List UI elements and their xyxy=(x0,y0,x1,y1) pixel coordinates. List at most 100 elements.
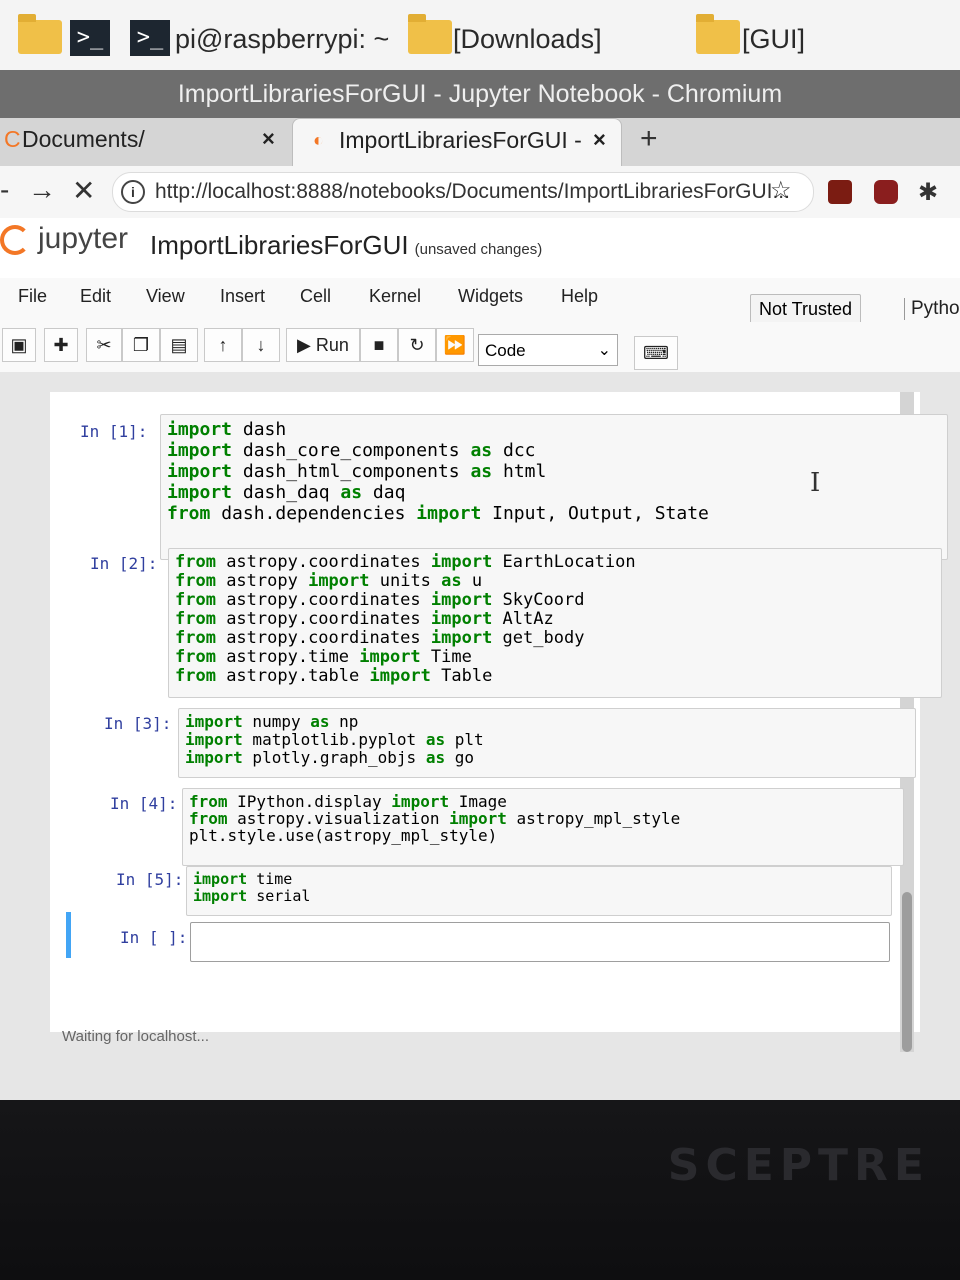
run-label: Run xyxy=(315,335,349,355)
menu-insert[interactable]: Insert xyxy=(220,286,265,307)
address-bar[interactable]: i http://localhost:8888/notebooks/Documen… xyxy=(112,172,814,212)
code-keyword: from xyxy=(175,609,216,629)
cell-type-select[interactable]: Code ⌄ xyxy=(478,334,618,366)
cell-prompt: In [4]: xyxy=(110,794,178,813)
code-line: from astropy.coordinates import SkyCoord xyxy=(175,591,935,610)
stop-icon: ■ xyxy=(373,335,385,355)
ublock-shield-icon[interactable] xyxy=(874,180,898,204)
tab-importlibraries[interactable]: ◐ ImportLibrariesForGUI - × xyxy=(292,118,622,167)
code-text: dash.dependencies xyxy=(210,503,417,524)
folder-icon xyxy=(18,14,62,54)
code-cell-input[interactable]: import time import serial xyxy=(186,866,892,916)
code-line: from astropy.coordinates import EarthLoc… xyxy=(175,553,935,572)
info-icon[interactable]: i xyxy=(121,180,145,205)
cut-button[interactable]: ✂ xyxy=(86,328,122,362)
not-trusted-button[interactable]: Not Trusted xyxy=(750,294,862,325)
code-keyword: import xyxy=(416,503,482,524)
folder-icon xyxy=(408,14,452,54)
scrollbar-thumb[interactable] xyxy=(902,892,912,1052)
jupyter-header: jupyter ImportLibrariesForGUI (unsaved ch… xyxy=(0,218,960,278)
code-keyword: from xyxy=(175,590,216,610)
menu-cell[interactable]: Cell xyxy=(300,286,331,307)
menu-widgets[interactable]: Widgets xyxy=(458,286,523,307)
code-text: astropy xyxy=(215,571,309,591)
copy-button[interactable]: ❐ xyxy=(122,328,160,362)
code-text: Table xyxy=(430,666,493,686)
code-text: units xyxy=(369,571,442,591)
restart-run-all-button[interactable]: ⏩ xyxy=(436,328,474,362)
restart-button[interactable]: ↻ xyxy=(398,328,436,362)
menu-kernel[interactable]: Kernel xyxy=(369,286,421,307)
code-text: np xyxy=(329,712,359,731)
cell-type-value: Code xyxy=(485,341,526,360)
status-text: Waiting for localhost... xyxy=(62,1028,210,1045)
code-cell-input[interactable]: import dash import dash_core_components a… xyxy=(160,414,948,560)
jupyter-logo-text: jupyter xyxy=(38,222,129,255)
close-icon[interactable]: × xyxy=(593,119,606,161)
close-icon[interactable]: × xyxy=(262,118,275,160)
paste-button[interactable]: ▤ xyxy=(160,328,198,362)
jupyter-logo[interactable]: jupyter xyxy=(0,222,128,256)
code-keyword: import xyxy=(185,730,243,749)
bookmark-star-icon[interactable]: ☆ xyxy=(770,176,792,205)
run-button[interactable]: ▶ Run xyxy=(286,328,360,362)
copy-icon: ❐ xyxy=(132,335,150,355)
code-text: dash xyxy=(232,419,287,440)
jupyter-logo-icon xyxy=(0,225,30,256)
insert-cell-button[interactable]: ✚ xyxy=(44,328,78,362)
code-text: astropy.table xyxy=(215,666,370,686)
code-keyword: import xyxy=(430,552,493,572)
paste-icon: ▤ xyxy=(170,335,188,355)
notebook-title[interactable]: ImportLibrariesForGUI (unsaved changes) xyxy=(150,230,542,261)
extension-h-icon[interactable] xyxy=(828,180,852,204)
stop-loading-button[interactable]: ✕ xyxy=(72,174,95,207)
code-text: AltAz xyxy=(492,609,554,629)
folder-icon xyxy=(696,14,740,54)
menu-edit[interactable]: Edit xyxy=(80,286,111,307)
code-keyword: import xyxy=(369,666,431,686)
code-line: import plotly.graph_objs as go xyxy=(185,749,909,767)
move-up-button[interactable]: ↑ xyxy=(204,328,242,362)
back-button[interactable]: - xyxy=(0,174,9,206)
cell-prompt: In [2]: xyxy=(90,554,158,573)
move-down-button[interactable]: ↓ xyxy=(242,328,280,362)
notebook-name: ImportLibrariesForGUI xyxy=(150,230,409,260)
cell-prompt: In [ ]: xyxy=(120,928,188,947)
code-cell-input[interactable] xyxy=(190,922,890,962)
code-text: astropy_mpl_style xyxy=(506,809,681,828)
save-icon: ▣ xyxy=(10,335,28,355)
code-keyword: import xyxy=(167,440,233,461)
terminal-icon: >_ xyxy=(130,20,170,56)
code-keyword: as xyxy=(425,748,446,767)
code-cell-input[interactable]: import numpy as np import matplotlib.pypl… xyxy=(178,708,916,778)
menu-view[interactable]: View xyxy=(146,286,185,307)
keyboard-icon: ⌨ xyxy=(643,343,669,363)
forward-button[interactable]: → xyxy=(28,174,56,206)
code-cell-input[interactable]: from astropy.coordinates import EarthLoc… xyxy=(168,548,942,698)
extensions-puzzle-icon[interactable]: ✱ xyxy=(918,178,938,207)
tab-documents[interactable]: C Documents/ × xyxy=(0,118,290,166)
code-text: daq xyxy=(362,482,406,503)
code-text: SkyCoord xyxy=(492,590,585,610)
code-text: serial xyxy=(247,887,311,905)
save-button[interactable]: ▣ xyxy=(2,328,36,362)
menu-help[interactable]: Help xyxy=(561,286,598,307)
code-line: plt.style.use(astropy_mpl_style) xyxy=(189,827,897,844)
command-palette-button[interactable]: ⌨ xyxy=(634,336,678,370)
arrow-up-icon: ↑ xyxy=(218,335,228,355)
code-cell-input[interactable]: from IPython.display import Image from as… xyxy=(182,788,904,866)
cell-prompt: In [1]: xyxy=(80,422,148,441)
code-text: Input, Output, State xyxy=(481,503,709,524)
new-tab-button[interactable]: + xyxy=(640,122,658,156)
menu-file[interactable]: File xyxy=(18,286,47,307)
code-keyword: as xyxy=(340,482,363,503)
code-keyword: import xyxy=(359,647,421,667)
code-text: plt.style.use(astropy_mpl_style) xyxy=(189,826,498,845)
code-text: astropy.coordinates xyxy=(215,552,431,572)
plus-icon: ✚ xyxy=(53,335,69,355)
interrupt-button[interactable]: ■ xyxy=(360,328,398,362)
code-line: import dash_core_components as dcc xyxy=(167,440,941,461)
taskbar: >_ >_ pi@raspberrypi: ~ [Downloads] [GUI… xyxy=(0,0,960,71)
code-text: plt xyxy=(445,730,484,749)
code-keyword: import xyxy=(430,609,493,629)
